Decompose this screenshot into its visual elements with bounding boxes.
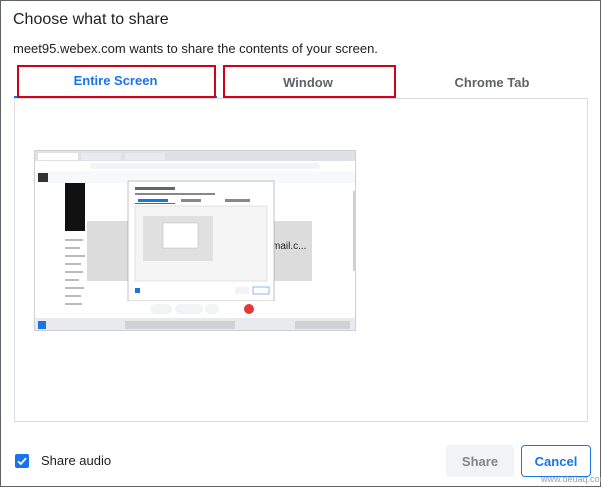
checkmark-icon [17,457,27,466]
cancel-button[interactable]: Cancel [521,445,591,477]
screen-thumbnail[interactable]: mail.c... [34,150,356,331]
thumbnail-partial-text: mail.c... [272,241,306,252]
tab-window[interactable]: Window [222,65,394,99]
share-button[interactable]: Share [446,445,514,477]
watermark-text: www.deuaq.com [541,474,601,484]
dialog-subtitle: meet95.webex.com wants to share the cont… [13,41,378,56]
share-audio-label[interactable]: Share audio [41,453,111,468]
dialog-title: Choose what to share [13,11,169,28]
screen-thumbnail-image: mail.c... [35,151,355,330]
tab-entire-screen[interactable]: Entire Screen [14,65,217,99]
tab-chrome-tab[interactable]: Chrome Tab [397,65,587,99]
share-tabs: Entire Screen Window Chrome Tab [14,65,588,99]
share-dialog: Choose what to share meet95.webex.com wa… [0,0,601,487]
share-audio-checkbox[interactable] [15,454,29,468]
